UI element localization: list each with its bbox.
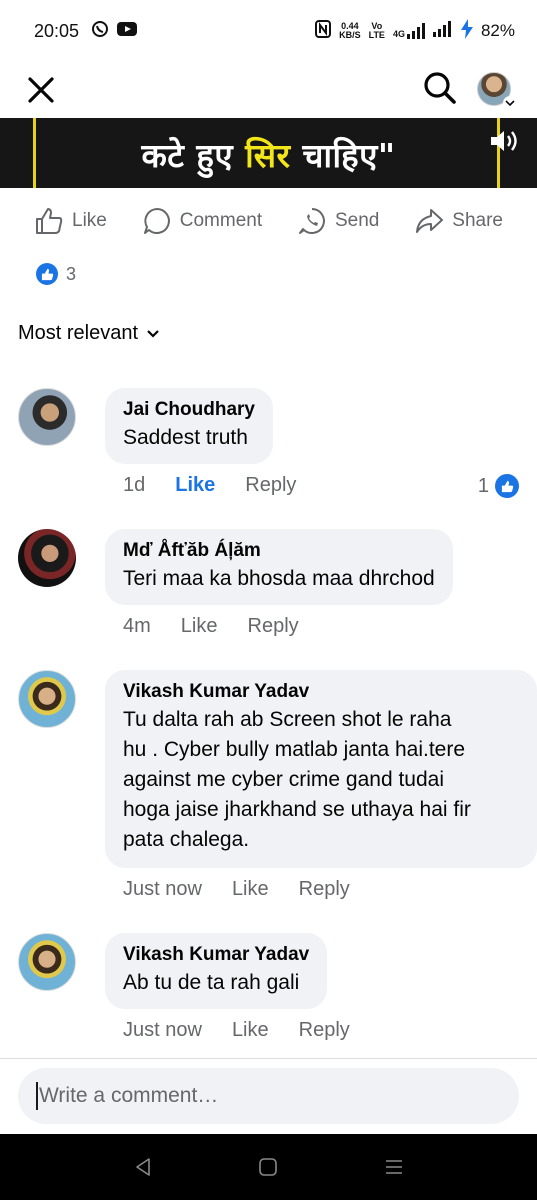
share-button[interactable]: Share: [414, 206, 503, 236]
comment-item: Jai Choudhary Saddest truth 1d Like Repl…: [18, 388, 523, 508]
divider: [0, 1058, 537, 1059]
comment-bubble[interactable]: Mď Åfťăb Áļăm Teri maa ka bhosda maa dhr…: [105, 529, 453, 605]
comment-reply-button[interactable]: Reply: [248, 615, 299, 638]
net-speed: 0.44 KB/S: [339, 21, 361, 40]
like-reaction-icon: [495, 474, 519, 498]
comment-time: Just now: [123, 878, 202, 900]
comment-item: Vikash Kumar Yadav Tu dalta rah ab Scree…: [18, 670, 537, 910]
battery-level: 82%: [480, 21, 515, 40]
profile-menu-button[interactable]: [477, 72, 517, 110]
reaction-count: 3: [66, 263, 77, 284]
sort-label: Most relevant: [18, 322, 139, 344]
back-button[interactable]: [123, 1147, 163, 1187]
whatsapp-icon: [91, 20, 109, 43]
comment-reply-button[interactable]: Reply: [299, 1019, 350, 1042]
comment-meta: 4m Like Reply: [105, 615, 299, 638]
comment-text: Ab tu de ta rah gali: [123, 971, 300, 994]
send-button[interactable]: Send: [297, 206, 379, 236]
comment-text-line: against me cyber crime gand tudai: [123, 768, 444, 791]
signal-icon: [432, 20, 453, 42]
text-caret: [36, 1082, 38, 1110]
avatar[interactable]: [18, 670, 76, 728]
close-icon: [28, 77, 54, 103]
comment-reply-button[interactable]: Reply: [299, 878, 350, 901]
back-triangle-icon: [136, 1158, 150, 1176]
comment-button[interactable]: Comment: [142, 206, 262, 236]
comment-text-line: pata chalega.: [123, 828, 250, 851]
comment-text: Teri maa ka bhosda maa dhrchod: [123, 567, 435, 590]
reaction-summary[interactable]: 3: [36, 262, 76, 286]
comment-meta: Just now Like Reply: [105, 1019, 350, 1042]
comment-like-button[interactable]: Like: [232, 878, 269, 901]
chevron-down-icon: [147, 329, 159, 338]
clock: 20:05: [34, 20, 80, 41]
comment-text: Tu dalta rah ab Screen shot le raha hu .…: [123, 705, 519, 855]
comment-item: Mď Åfťăb Áļăm Teri maa ka bhosda maa dhr…: [18, 529, 523, 649]
system-nav-bar: [0, 1134, 537, 1200]
menu-lines-icon: [386, 1160, 403, 1174]
comment-time: 4m: [123, 615, 151, 637]
comment-meta: 1d Like Reply: [105, 474, 296, 497]
comment-item: Vikash Kumar Yadav Ab tu de ta rah gali …: [18, 933, 523, 1053]
close-button[interactable]: [26, 75, 56, 105]
avatar[interactable]: [18, 529, 76, 587]
video-caption: कटे हुए सिर चाहिए": [141, 136, 396, 175]
share-icon: [416, 209, 444, 233]
sort-dropdown[interactable]: Most relevant: [18, 322, 160, 345]
volte-indicator: Vo LTE: [368, 21, 385, 40]
home-square-icon: [259, 1158, 278, 1176]
avatar[interactable]: [18, 388, 76, 446]
post-actions: Like Comment Send Share: [0, 196, 537, 246]
avatar[interactable]: [18, 933, 76, 991]
home-button[interactable]: [248, 1147, 288, 1187]
top-bar: [0, 62, 537, 118]
comment-like-button[interactable]: Like: [175, 474, 215, 497]
recents-button[interactable]: [374, 1147, 414, 1187]
whatsapp-send-icon: [299, 208, 325, 234]
comment-composer[interactable]: [18, 1068, 519, 1124]
comment-author[interactable]: Mď Åfťăb Áļăm: [123, 538, 435, 564]
comment-text: Saddest truth: [123, 426, 248, 449]
comment-like-button[interactable]: Like: [232, 1019, 269, 1042]
comment-time: Just now: [123, 1019, 202, 1041]
comment-bubble[interactable]: Jai Choudhary Saddest truth: [105, 388, 273, 464]
youtube-icon: [117, 21, 138, 42]
like-reaction-icon: [36, 263, 58, 285]
comment-meta: Just now Like Reply: [105, 878, 350, 901]
comment-author[interactable]: Vikash Kumar Yadav: [123, 679, 519, 705]
chevron-down-icon: [503, 96, 517, 110]
signal-4g-icon: 4G: [393, 23, 425, 39]
thumbs-up-icon: [36, 208, 63, 234]
comment-text-line: hoga jaise jharkhand se uthaya hai fir: [123, 798, 471, 821]
video-player[interactable]: कटे हुए सिर चाहिए": [0, 118, 537, 188]
comment-bubble[interactable]: Vikash Kumar Yadav Ab tu de ta rah gali: [105, 933, 328, 1009]
comment-reply-button[interactable]: Reply: [245, 474, 296, 497]
comment-like-button[interactable]: Like: [181, 615, 218, 638]
speaker-icon: [491, 131, 517, 151]
comment-text-line: hu . Cyber bully matlab janta hai.tere: [123, 738, 466, 761]
comment-reaction-count[interactable]: 1: [478, 474, 519, 498]
status-bar: 20:05 0.44 KB/S Vo LTE 4G 82%: [0, 0, 537, 62]
comment-icon: [143, 208, 170, 234]
comment-time: 1d: [123, 474, 146, 496]
nfc-icon: [315, 19, 332, 43]
comment-bubble[interactable]: Vikash Kumar Yadav Tu dalta rah ab Scree…: [105, 670, 537, 868]
comment-author[interactable]: Vikash Kumar Yadav: [123, 942, 309, 968]
comment-input[interactable]: [38, 1084, 519, 1108]
search-button[interactable]: [423, 71, 457, 110]
search-icon: [424, 71, 456, 104]
volume-button[interactable]: [487, 124, 521, 158]
like-button[interactable]: Like: [34, 206, 107, 236]
charging-icon: [460, 18, 473, 44]
comment-text-line: Tu dalta rah ab Screen shot le raha: [123, 708, 452, 731]
comment-author[interactable]: Jai Choudhary: [123, 397, 255, 423]
